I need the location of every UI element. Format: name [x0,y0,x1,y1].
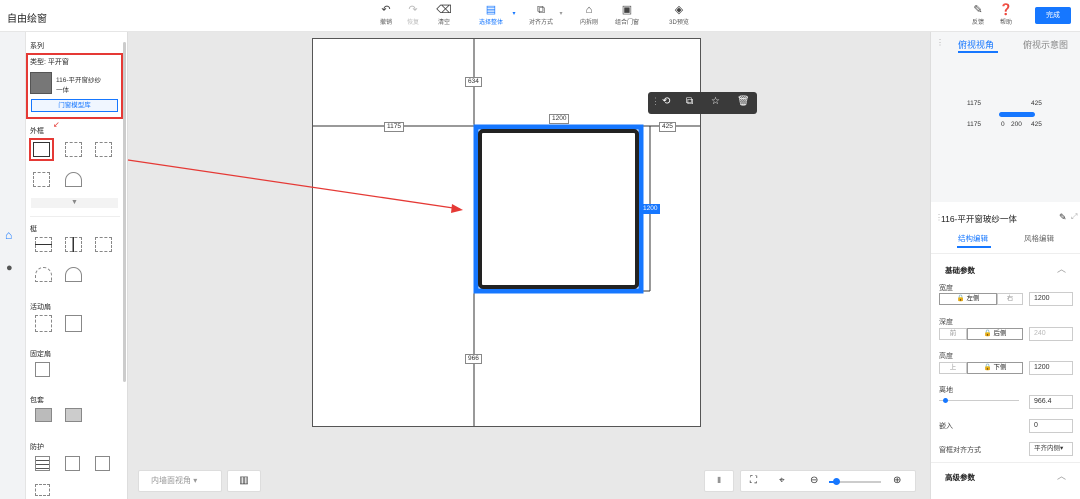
edit-icon[interactable]: ✎ [1059,212,1067,223]
depth-back-toggle[interactable]: 🔒 后侧 [967,328,1023,340]
mini-right-2: 425 [1031,121,1042,128]
ground-label: 离地 [939,387,953,394]
ground-slider-track[interactable] [939,400,1019,401]
height-down-toggle[interactable]: 🔒 下侧 [967,362,1023,374]
drawing-overlay [127,39,700,426]
fit-screen-icon[interactable]: ⛶ [750,475,757,486]
zoom-in-icon[interactable]: ⊕ [893,475,901,486]
dim-width-label[interactable]: 1200 [549,114,570,124]
tab-top-view[interactable]: 俯视视角 [958,38,994,51]
expand-icon[interactable]: ⤢ [1071,212,1077,222]
advanced-params-title: 高级参数 [945,473,975,482]
window-frame [478,129,639,289]
mini-left-2: 1175 [967,121,981,128]
align-select[interactable]: 平齐内侧▾ [1029,442,1073,456]
collapse-icon-2[interactable]: ︿ [1057,469,1066,482]
embed-label: 嵌入 [939,423,953,430]
depth-front-toggle[interactable]: 前 [939,328,967,340]
floating-toolbar: ⋮ ⟲ ⧉ ☆ 🗑 [648,92,757,114]
layers-button[interactable]: ▥ [227,470,261,492]
copy-icon[interactable]: ⧉ [686,96,693,107]
drag-handle-icon[interactable]: ⋮ [936,38,944,47]
width-right-toggle[interactable]: 右 [997,293,1023,305]
dim-top-label[interactable]: 634 [465,77,482,87]
zoom-slider-thumb[interactable] [833,478,840,485]
collapse-icon[interactable]: ︿ [1057,262,1066,275]
height-up-toggle[interactable]: 上 [939,362,967,374]
height-label: 高度 [939,353,953,360]
replace-icon[interactable]: ⟲ [662,96,670,107]
view-select[interactable]: 内墙面视角 ▾ [138,470,222,492]
tab-structure-underline [957,246,991,248]
tab-active-underline [958,51,998,53]
divider-2 [931,462,1080,463]
property-panel: ⋮ 俯视视角 俯视示意图 1175 425 1175 0 200 425 ⋮ 1… [930,32,1080,499]
width-input[interactable]: 1200 [1029,292,1073,306]
dim-height-label[interactable]: 1200 [640,204,661,214]
ground-slider-thumb[interactable] [943,398,948,403]
zoom-bar: ⛶ ⌖ ⊖ ⊕ [740,470,916,492]
width-left-toggle[interactable]: 🔒 左侧 [939,293,997,305]
mini-left-1: 1175 [967,100,981,107]
divider [931,253,1080,254]
ground-input[interactable]: 966.4 [1029,395,1073,409]
tab-top-diagram[interactable]: 俯视示意图 [1023,38,1068,51]
depth-label: 深度 [939,319,953,326]
dim-left-label[interactable]: 1175 [384,122,404,132]
mini-right-1: 425 [1031,100,1042,107]
basic-params-title: 基础参数 [945,266,975,275]
height-input[interactable]: 1200 [1029,361,1073,375]
dim-right-label[interactable]: 425 [659,122,676,132]
mirror-icon: ⫴ [717,476,721,485]
depth-input[interactable]: 240 [1029,327,1073,341]
zoom-out-icon[interactable]: ⊖ [810,475,818,486]
delete-icon[interactable]: 🗑 [737,96,750,107]
annotation-arrow-line [127,159,461,210]
mini-mid-0: 0 [1001,121,1005,128]
align-label: 窗框对齐方式 [939,447,981,454]
tab-style[interactable]: 风格编辑 [1024,233,1054,244]
mirror-button[interactable]: ⫴ [704,470,734,492]
star-icon[interactable]: ☆ [711,96,720,107]
embed-input[interactable]: 0 [1029,419,1073,433]
drag-handle-icon[interactable]: ⋮ [651,96,660,107]
annotation-arrowhead [451,204,463,213]
tab-structure[interactable]: 结构编辑 [958,233,988,244]
focus-icon[interactable]: ⌖ [779,475,785,486]
width-label: 宽度 [939,285,953,292]
dim-bottom-label[interactable]: 966 [465,354,482,364]
product-title: 116-平开窗玻纱一体 [941,214,1017,224]
mini-mid-200: 200 [1011,121,1022,128]
mini-window-bar[interactable] [999,112,1035,117]
mini-view-area [931,32,1080,202]
